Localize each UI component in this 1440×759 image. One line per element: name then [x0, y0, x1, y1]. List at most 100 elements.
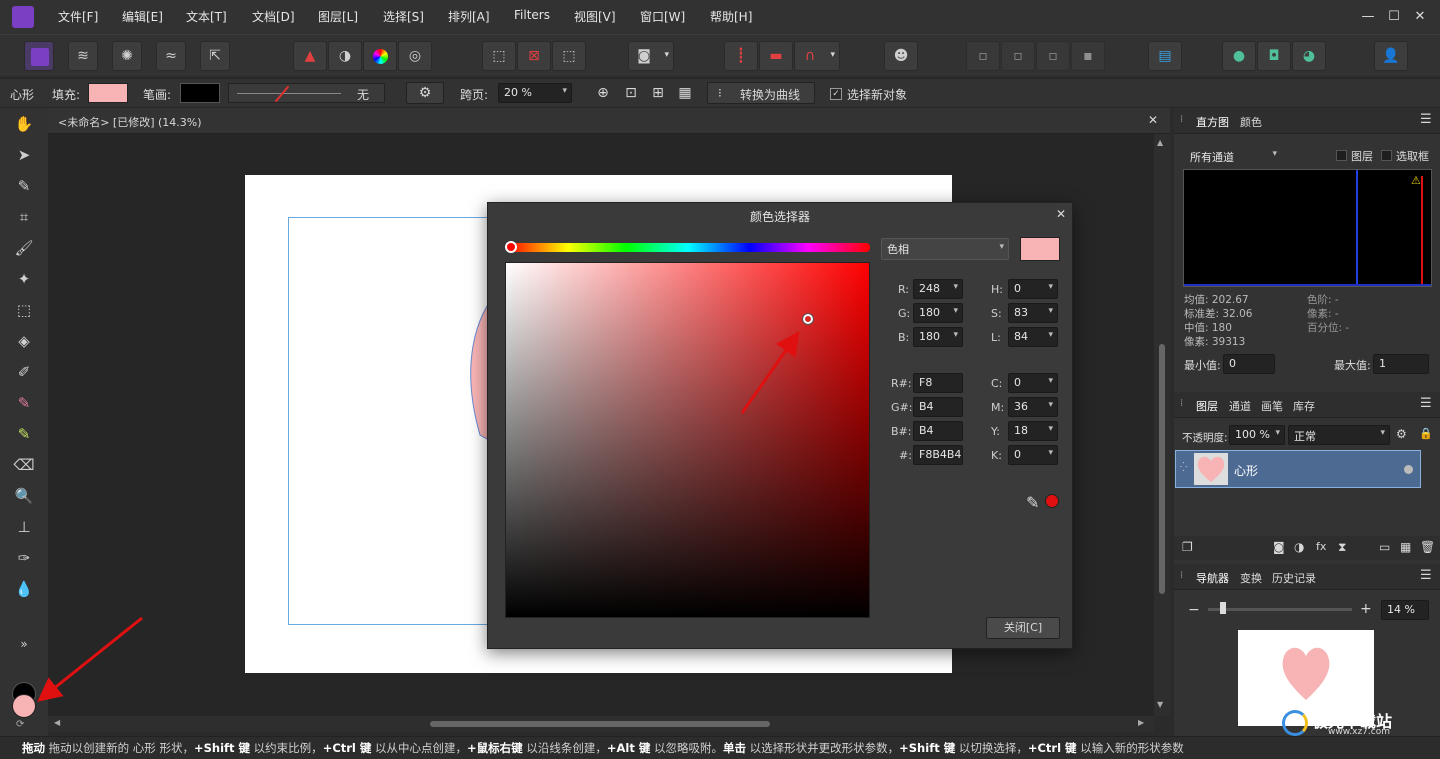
- tab-layers[interactable]: 图层: [1196, 398, 1218, 414]
- arrange-back-button[interactable]: ▫: [966, 41, 1000, 71]
- swatch-button[interactable]: ◎: [398, 41, 432, 71]
- color-wheel-button[interactable]: [363, 41, 397, 71]
- account-button[interactable]: 👤: [1374, 41, 1408, 71]
- layer-checkbox[interactable]: [1336, 150, 1347, 161]
- min-input[interactable]: 0: [1223, 354, 1275, 374]
- hand-tool[interactable]: ✋: [12, 112, 36, 136]
- zoom-out-button[interactable]: −: [1188, 602, 1200, 618]
- marquee-tool[interactable]: ⬚: [12, 298, 36, 322]
- share-button[interactable]: ⇱: [200, 41, 230, 71]
- arrange-backward-button[interactable]: ▫: [1001, 41, 1035, 71]
- panel-menu-icon[interactable]: ☰: [1420, 396, 1432, 411]
- dialog-titlebar[interactable]: 颜色选择器 ✕: [488, 203, 1072, 227]
- max-input[interactable]: 1: [1373, 354, 1429, 374]
- close-window-button[interactable]: ✕: [1412, 9, 1428, 25]
- eraser-tool[interactable]: ⌫: [12, 453, 36, 477]
- spread-dropdown[interactable]: 20 % ▾: [498, 83, 572, 103]
- select-new-checkbox[interactable]: ✓: [830, 88, 842, 100]
- fill-tool[interactable]: 🖌: [12, 236, 36, 260]
- red-hex-input[interactable]: F8: [913, 373, 963, 393]
- hue-slider[interactable]: [506, 243, 870, 252]
- swap-colors-icon[interactable]: ⟳: [16, 719, 24, 730]
- menu-text[interactable]: 文本[T]: [186, 8, 227, 25]
- zoom-tool[interactable]: 🔍: [12, 484, 36, 508]
- eyedropper-button[interactable]: ✎: [1026, 493, 1039, 512]
- layer-duplicate-icon[interactable]: ❐: [1182, 540, 1193, 554]
- menu-edit[interactable]: 编辑[E]: [122, 8, 163, 25]
- grid-button[interactable]: ▦: [674, 82, 696, 104]
- menu-document[interactable]: 文档[D]: [252, 8, 295, 25]
- menu-filters[interactable]: Filters: [514, 8, 550, 22]
- lock-icon[interactable]: 🔒: [1419, 427, 1433, 440]
- menu-help[interactable]: 帮助[H]: [710, 8, 752, 25]
- menu-layer[interactable]: 图层[L]: [318, 8, 358, 25]
- layer-drag-handle-icon[interactable]: ⁛: [1180, 463, 1187, 473]
- green-hex-input[interactable]: B4: [913, 397, 963, 417]
- pixel-layer-icon[interactable]: ▦: [1400, 540, 1411, 554]
- layer-settings-icon[interactable]: ⚙: [1396, 427, 1407, 441]
- blue-input[interactable]: 180 ▾: [913, 327, 963, 347]
- clone-tool[interactable]: ⊥: [12, 515, 36, 539]
- move-tool[interactable]: ➤: [12, 143, 36, 167]
- assistant-button[interactable]: ☻: [884, 41, 918, 71]
- tab-channels[interactable]: 通道: [1229, 398, 1251, 414]
- convert-to-curves-button[interactable]: ⁝ 转换为曲线: [707, 82, 815, 104]
- fill-swatch[interactable]: [88, 83, 128, 103]
- align-left-button[interactable]: ▤: [1148, 41, 1182, 71]
- saturation-input[interactable]: 83 ▾: [1008, 303, 1058, 323]
- green-input[interactable]: 180 ▾: [913, 303, 963, 323]
- document-title[interactable]: <未命名> [已修改] (14.3%): [58, 114, 202, 130]
- deselect-button[interactable]: ⊠: [517, 41, 551, 71]
- opacity-dropdown[interactable]: 100 % ▾: [1229, 425, 1285, 445]
- mask-mode-button[interactable]: ◙ ▾: [628, 41, 674, 71]
- scroll-right-icon[interactable]: ▶: [1138, 718, 1144, 727]
- stroke-width-slider[interactable]: 无: [228, 83, 385, 103]
- panel-menu-icon[interactable]: ☰: [1420, 112, 1432, 127]
- blur-tool[interactable]: 💧: [12, 577, 36, 601]
- snap-button[interactable]: ▬: [759, 41, 793, 71]
- boolean-add-button[interactable]: ●: [1222, 41, 1256, 71]
- yellow-input[interactable]: 18 ▾: [1008, 421, 1058, 441]
- more-tools-button[interactable]: »: [12, 632, 36, 656]
- adjustment-layer-icon[interactable]: ◑: [1294, 540, 1304, 554]
- dialog-close-text-button[interactable]: 关闭[C]: [986, 617, 1060, 639]
- zoom-slider-handle[interactable]: [1220, 602, 1226, 614]
- hue-slider-handle[interactable]: [505, 241, 517, 253]
- color-selection-handle[interactable]: [802, 313, 814, 325]
- distribute-button[interactable]: ⊡: [620, 82, 642, 104]
- flip-button[interactable]: ⊞: [647, 82, 669, 104]
- black-input[interactable]: 0 ▾: [1008, 445, 1058, 465]
- hex-input[interactable]: F8B4B4: [913, 445, 963, 465]
- invert-selection-button[interactable]: ⬚: [552, 41, 586, 71]
- magic-wand-tool[interactable]: ✦: [12, 267, 36, 291]
- horizontal-scrollbar[interactable]: ◀ ▶: [48, 716, 1154, 732]
- live-filter-icon[interactable]: ⧗: [1338, 540, 1346, 555]
- histogram-view-button[interactable]: ▲: [293, 41, 327, 71]
- cyan-input[interactable]: 0 ▾: [1008, 373, 1058, 393]
- stroke-swatch[interactable]: [180, 83, 220, 103]
- zoom-slider-track[interactable]: [1208, 608, 1352, 611]
- tab-history[interactable]: 历史记录: [1272, 570, 1316, 586]
- panel-menu-icon[interactable]: ☰: [1420, 568, 1432, 583]
- hue-input[interactable]: 0 ▾: [1008, 279, 1058, 299]
- settings-button[interactable]: ⚙: [406, 82, 444, 104]
- layer-visibility-dot[interactable]: [1404, 465, 1413, 474]
- transform-origin-button[interactable]: ⊕: [592, 82, 614, 104]
- scroll-up-icon[interactable]: ▲: [1157, 138, 1163, 147]
- designer-persona-button[interactable]: [24, 41, 54, 71]
- zoom-in-button[interactable]: +: [1360, 601, 1372, 617]
- color-picker-tool[interactable]: ✎: [12, 174, 36, 198]
- saturation-value-area[interactable]: [505, 262, 870, 618]
- trash-icon[interactable]: 🗑: [1420, 540, 1435, 554]
- dialog-close-button[interactable]: ✕: [1056, 207, 1066, 221]
- horizontal-scroll-thumb[interactable]: [430, 721, 770, 727]
- scroll-down-icon[interactable]: ▼: [1157, 700, 1163, 709]
- minimize-button[interactable]: —: [1360, 9, 1376, 25]
- adjust-button[interactable]: ◑: [328, 41, 362, 71]
- pen-tool[interactable]: ✐: [12, 360, 36, 384]
- menu-window[interactable]: 窗口[W]: [640, 8, 685, 25]
- export-persona-button[interactable]: ≈: [156, 41, 186, 71]
- zoom-value-field[interactable]: 14 %: [1381, 600, 1429, 620]
- paint-brush-tool[interactable]: ✎: [12, 391, 36, 415]
- arrange-forward-button[interactable]: ▫: [1036, 41, 1070, 71]
